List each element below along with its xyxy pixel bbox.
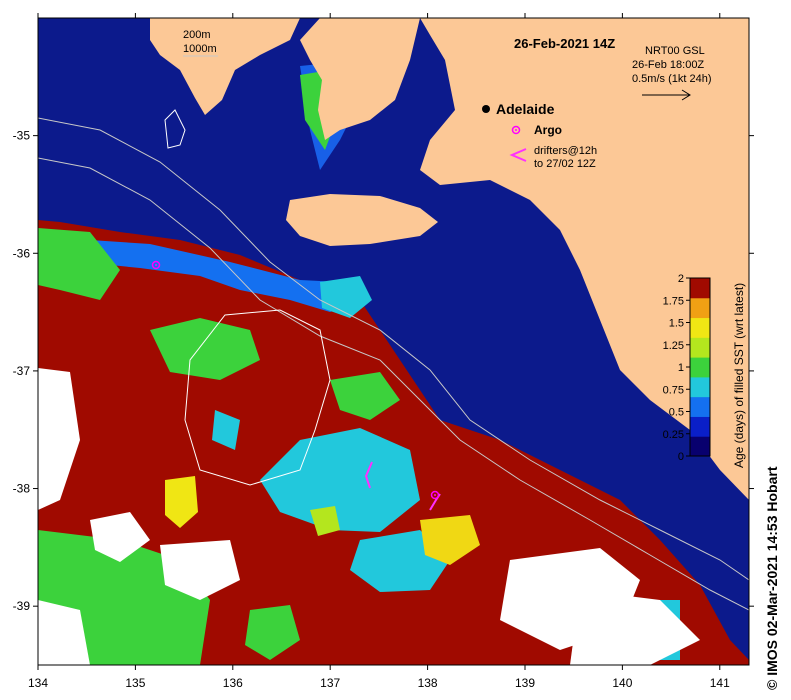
argo-legend-label: Argo [534,123,562,137]
colorbar-tick-label: 0.75 [663,384,684,396]
colorbar-swatch [690,376,710,398]
y-tick-label: -37 [13,364,31,378]
colorbar-tick-label: 0.25 [663,429,684,441]
y-tick-label: -38 [13,482,31,496]
current-info-line: 0.5m/s (1kt 24h) [632,73,711,85]
depth-label: 200m [183,29,211,41]
depth-label: 1000m [183,43,217,55]
x-tick-label: 136 [223,676,243,690]
colorbar-swatch [690,297,710,319]
current-info-line: NRT00 GSL [645,45,705,57]
x-tick-label: 139 [515,676,535,690]
x-tick-label: 135 [125,676,145,690]
y-tick-label: -35 [13,129,31,143]
colorbar-swatch [690,416,710,437]
x-tick-label: 141 [710,676,730,690]
place-marker-icon [482,105,490,113]
y-tick-label: -39 [13,599,31,613]
colorbar-tick-label: 1.25 [663,340,684,352]
place-label: Adelaide [496,101,555,117]
colorbar-title: Age (days) of filled SST (wrt latest) [732,282,746,468]
x-tick-label: 140 [612,676,632,690]
colorbar-swatch [690,317,710,338]
sst-map: 134 135 136 137 138 139 140 141 -35 -36 -37 -38 -39… [13,13,754,690]
colorbar-swatch [690,396,710,417]
colorbar-tick-label: 0 [678,451,684,463]
colorbar-tick-label: 1.5 [669,318,684,330]
colorbar-swatch [690,436,710,457]
colorbar-tick-label: 1.75 [663,295,684,307]
colorbar-tick-label: 1 [678,362,684,374]
current-info-line: 26-Feb 18:00Z [632,59,704,71]
colorbar-swatch [690,278,710,299]
map-plot-area [38,18,749,665]
x-tick-label: 137 [320,676,340,690]
colorbar-tick-label: 2 [678,273,684,285]
x-tick-label: 134 [28,676,48,690]
map-title: 26-Feb-2021 14Z [514,36,615,51]
colorbar-tick-label: 0.5 [669,407,684,419]
x-tick-label: 138 [418,676,438,690]
colorbar-swatch [690,357,710,378]
y-tick-label: -36 [13,246,31,260]
drifter-legend-label: to 27/02 12Z [534,158,596,170]
drifter-legend-label: drifters@12h [534,145,597,157]
colorbar-swatch [690,337,710,358]
credit-text: © IMOS 02-Mar-2021 14:53 Hobart [764,466,780,690]
